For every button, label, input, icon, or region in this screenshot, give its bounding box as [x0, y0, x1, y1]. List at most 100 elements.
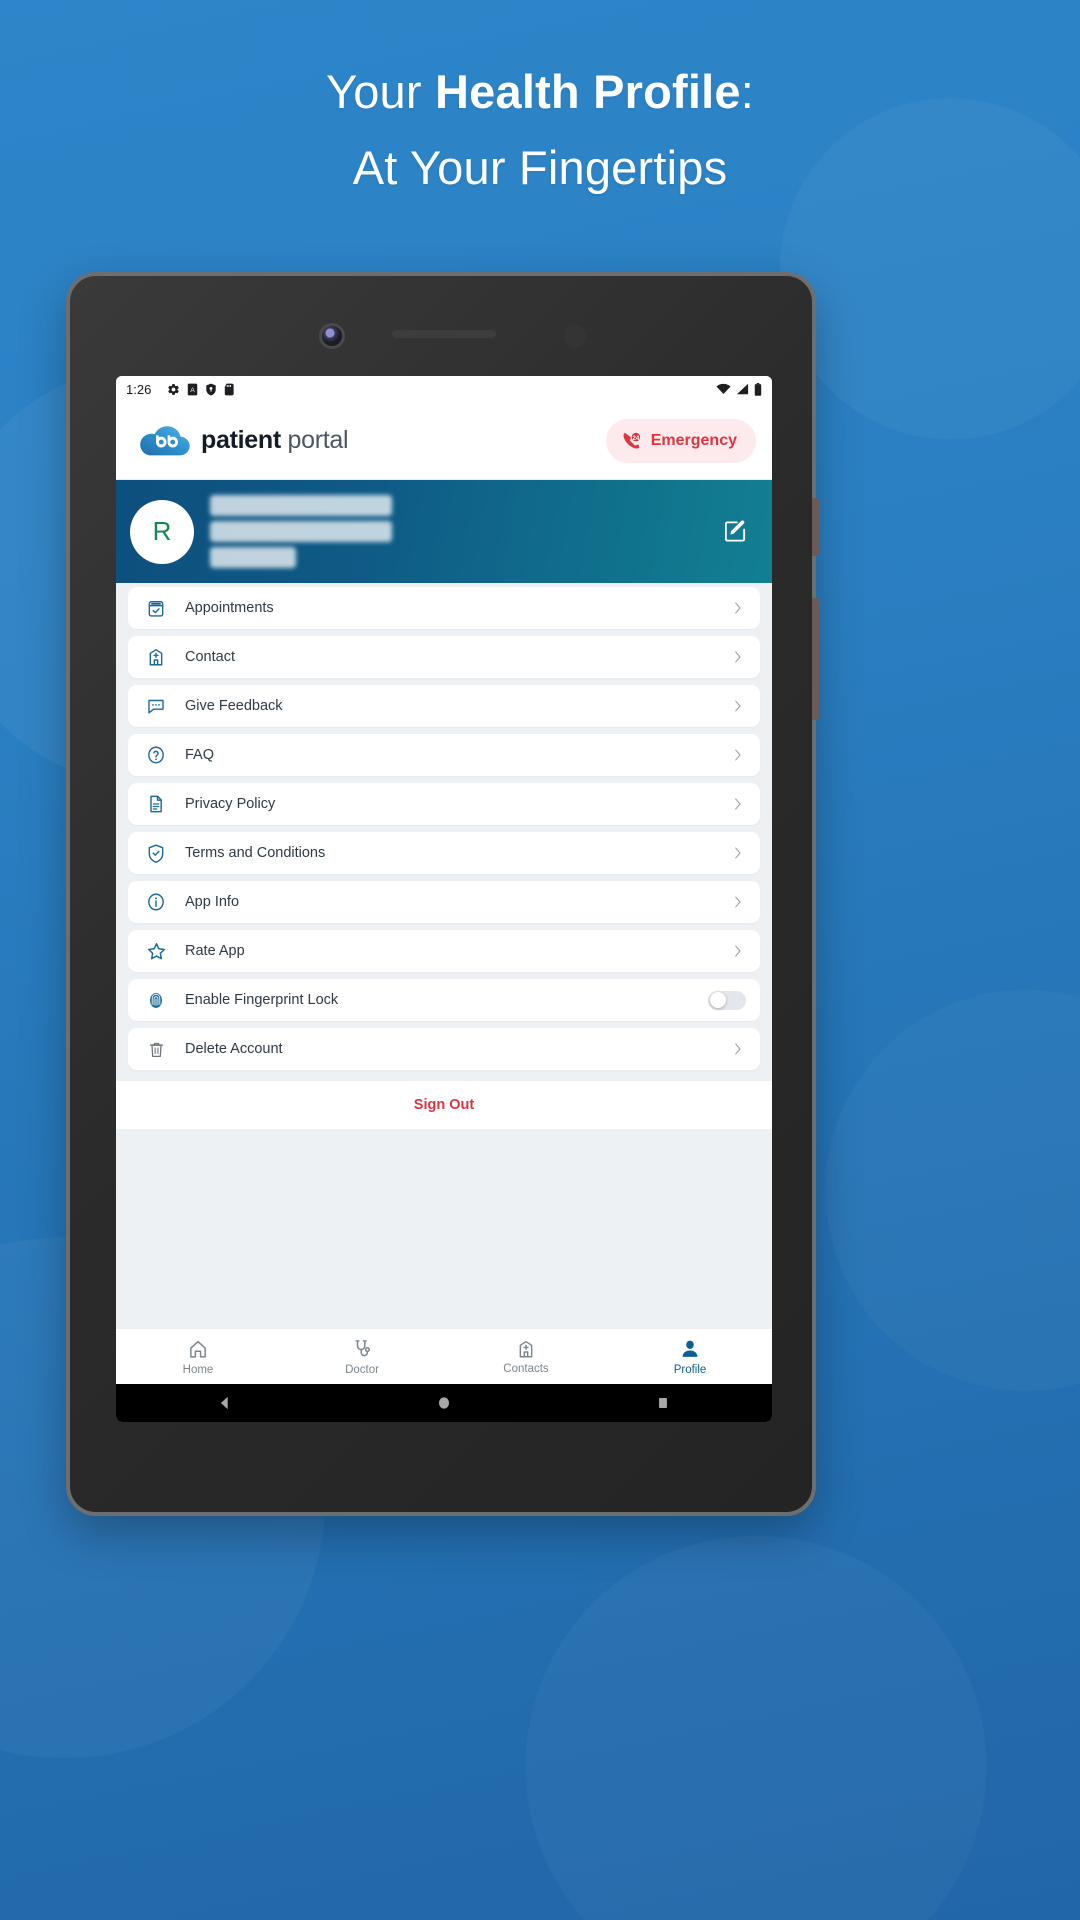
hospital-icon	[516, 1339, 536, 1359]
home-icon	[187, 1338, 209, 1360]
chevron-right-icon	[730, 1041, 746, 1057]
hospital-icon	[145, 647, 167, 667]
recents-square-icon[interactable]	[654, 1394, 672, 1412]
nav-item-doctor[interactable]: Doctor	[280, 1329, 444, 1384]
headline-colon: :	[740, 65, 755, 118]
nav-item-label: Profile	[673, 1363, 707, 1376]
wifi-icon	[716, 383, 731, 395]
sd-card-icon	[225, 383, 234, 395]
star-icon	[145, 941, 167, 962]
menu-empty-space	[116, 1129, 772, 1328]
app-header: patient portal 24 Emergency	[116, 402, 772, 480]
stethoscope-icon	[351, 1338, 373, 1360]
settings-scroll-area[interactable]: Appointments Contact Give Feedback FAQ P…	[116, 583, 772, 1328]
chevron-right-icon	[730, 796, 746, 812]
menu-row[interactable]: Privacy Policy	[128, 783, 760, 825]
question-circle-icon	[145, 745, 167, 765]
profile-phone-redacted	[210, 547, 296, 568]
menu-row[interactable]: Enable Fingerprint Lock	[128, 979, 760, 1021]
sign-out-label: Sign Out	[413, 1097, 475, 1113]
home-circle-icon[interactable]	[435, 1394, 453, 1412]
nav-item-profile[interactable]: Profile	[608, 1329, 772, 1384]
menu-row-label: Contact	[185, 649, 235, 665]
edit-pencil-square-icon	[724, 520, 746, 542]
menu-row-label: Terms and Conditions	[185, 845, 326, 861]
nav-item-label: Doctor	[345, 1363, 379, 1376]
menu-row[interactable]: Rate App	[128, 930, 760, 972]
chat-bubble-icon	[145, 696, 167, 716]
sign-out-button[interactable]: Sign Out	[116, 1081, 772, 1129]
cellular-signal-icon	[736, 383, 749, 395]
menu-row-label: Privacy Policy	[185, 796, 276, 812]
a-box-icon: A	[188, 383, 198, 395]
headline-plain-text: Your	[325, 65, 435, 118]
brand-name-bold: patient	[201, 426, 281, 454]
profile-name-redacted	[210, 495, 392, 516]
menu-row-label: Delete Account	[185, 1041, 283, 1057]
chevron-right-icon	[730, 649, 746, 665]
menu-row-label: Appointments	[185, 600, 274, 616]
nav-item-home[interactable]: Home	[116, 1329, 280, 1384]
profile-redacted-fields	[210, 495, 392, 568]
fingerprint-icon	[145, 990, 167, 1010]
status-bar-left: 1:26 A	[126, 382, 235, 397]
menu-row[interactable]: App Info	[128, 881, 760, 923]
menu-row-label: Enable Fingerprint Lock	[185, 992, 339, 1008]
info-circle-icon	[145, 892, 167, 912]
proximity-sensor-icon	[564, 324, 586, 348]
menu-row[interactable]: FAQ	[128, 734, 760, 776]
emergency-button-label: Emergency	[650, 431, 737, 449]
svg-text:A: A	[191, 387, 196, 394]
battery-icon	[754, 382, 762, 396]
trash-icon	[145, 1040, 167, 1059]
menu-row[interactable]: Terms and Conditions	[128, 832, 760, 874]
chevron-right-icon	[730, 747, 746, 763]
menu-row[interactable]: Give Feedback	[128, 685, 760, 727]
menu-row-label: Rate App	[185, 943, 245, 959]
shield-check-icon	[145, 843, 167, 863]
emergency-phone-24-icon: 24	[623, 431, 641, 449]
nav-item-contacts[interactable]: Contacts	[444, 1329, 608, 1384]
menu-row[interactable]: Delete Account	[128, 1028, 760, 1070]
menu-row[interactable]: Appointments	[128, 587, 760, 629]
settings-menu-list: Appointments Contact Give Feedback FAQ P…	[116, 583, 772, 1077]
chevron-right-icon	[730, 698, 746, 714]
cloud-bb-logo-icon	[140, 425, 190, 455]
nav-item-label: Home	[182, 1363, 214, 1376]
menu-row-label: FAQ	[185, 747, 215, 763]
fingerprint-lock-toggle[interactable]	[708, 990, 746, 1010]
edit-profile-button[interactable]	[717, 513, 754, 550]
chevron-right-icon	[730, 600, 746, 616]
device-volume-button[interactable]	[812, 498, 819, 556]
toggle-knob	[710, 992, 726, 1008]
status-bar-right	[716, 382, 762, 396]
device-power-button[interactable]	[812, 598, 819, 720]
profile-banner: R	[116, 480, 772, 583]
chevron-right-icon	[730, 943, 746, 959]
brand-name: patient portal	[201, 426, 349, 455]
menu-row-label: Give Feedback	[185, 698, 283, 714]
profile-email-redacted	[210, 521, 392, 542]
bottom-navigation-bar: Home Doctor Contacts Profile	[116, 1328, 772, 1384]
status-clock: 1:26	[126, 381, 152, 397]
nav-item-label: Contacts	[503, 1362, 549, 1375]
headline-line-2: At Your Fingertips	[352, 141, 728, 195]
back-triangle-icon[interactable]	[216, 1394, 234, 1412]
menu-row-label: App Info	[185, 894, 240, 910]
calendar-check-icon	[145, 598, 167, 618]
android-system-navigation-bar	[116, 1384, 772, 1422]
chevron-right-icon	[730, 894, 746, 910]
brand-name-light: portal	[280, 426, 349, 454]
person-icon	[679, 1338, 701, 1360]
tablet-device-frame: 1:26 A patient portal 24 Emergency R App…	[66, 272, 819, 1516]
gear-icon	[168, 383, 180, 395]
menu-row[interactable]: Contact	[128, 636, 760, 678]
front-camera-icon	[322, 326, 342, 346]
avatar-initial: R	[152, 516, 172, 546]
headline-line-1: Your Health Profile:	[0, 62, 1080, 122]
emergency-badge-number: 24	[632, 434, 639, 441]
emergency-button[interactable]: 24 Emergency	[605, 418, 756, 463]
promo-headline: Your Health Profile: At Your Fingertips	[0, 62, 1080, 198]
avatar: R	[130, 499, 194, 564]
brand-logo: patient portal	[138, 423, 349, 459]
